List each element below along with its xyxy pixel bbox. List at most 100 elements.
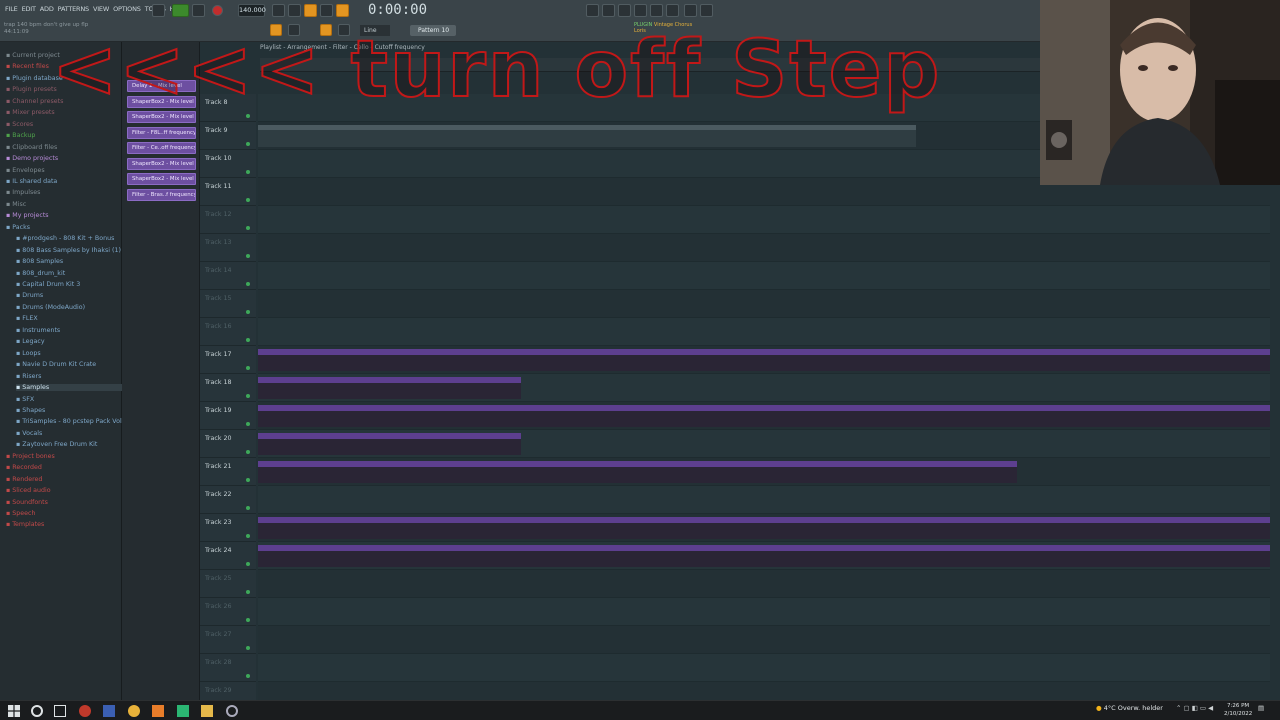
browser-toggle-icon[interactable] [700,4,713,17]
browser-item[interactable]: ▪ Recorded [6,464,42,471]
track-lane[interactable] [258,486,1270,514]
play-button[interactable] [172,4,189,17]
browser-item[interactable]: ▪ Backup [6,132,35,139]
track-lane[interactable] [258,598,1270,626]
stop-button[interactable] [192,4,205,17]
app-icon[interactable] [103,705,115,717]
browser-item[interactable]: ▪ Plugin presets [6,86,57,93]
automation-clip[interactable]: Filter - Cello - Cutoff frequency [258,349,1270,371]
browser-item[interactable]: ▪ Packs [6,224,30,231]
clip-source-item[interactable]: ShaperBox2 - Mix level #3 [127,157,196,170]
undo-history-icon[interactable] [586,4,599,17]
track-mute-led[interactable] [246,478,250,482]
track-lane[interactable] [258,206,1270,234]
sheets-icon[interactable] [177,705,189,717]
clip-source-item[interactable]: ShaperBox2 - Mix level #4 [127,173,196,185]
browser-item[interactable]: ▪ Drums [16,292,43,299]
piano-roll-icon[interactable] [684,4,697,17]
song-time-display[interactable]: 0:00:00 [368,2,427,18]
track-lane[interactable] [258,290,1270,318]
cut-icon[interactable] [602,4,615,17]
settings-gear-icon[interactable] [226,705,238,717]
track-mute-led[interactable] [246,562,250,566]
track-header[interactable]: Track 15 [200,290,256,318]
loop-record-icon[interactable] [336,4,349,17]
automation-clip[interactable]: ShaperBox2 - Mix level #4 [258,517,1270,539]
automation-clip[interactable]: Filter - Brass Section 2 - Cutoff freque… [258,545,1270,567]
track-mute-led[interactable] [246,674,250,678]
track-lane[interactable] [258,234,1270,262]
record-button[interactable] [212,5,223,16]
track-header[interactable]: Track 10 [200,150,256,178]
track-header[interactable]: Track 22 [200,486,256,514]
menu-item-patterns[interactable]: PATTERNS [57,5,90,13]
browser-item[interactable]: ▪ Capital Drum Kit 3 [16,281,80,288]
search-icon[interactable] [31,705,43,717]
chrome-icon[interactable] [128,705,140,717]
pattern-clip[interactable]: Pattern 9 [258,125,916,147]
track-lane[interactable]: ShaperBox2 - Mix level #2 [258,430,1270,458]
track-lane[interactable]: ShaperBox2 - Mix level #4 [258,514,1270,542]
automation-clip[interactable]: ShaperBox2 - Mix level [258,461,1017,483]
track-header[interactable]: Track 23 [200,514,256,542]
browser-item[interactable]: ▪ Vocals [16,430,42,437]
browser-item[interactable]: ▪ 808 Samples [16,258,63,265]
browser-item[interactable]: ▪ Project bones [6,453,55,460]
browser-item[interactable]: ▪ Instruments [16,327,60,334]
browser-item[interactable]: ▪ Speech [6,510,35,517]
pattern-song-toggle-icon[interactable] [152,4,165,17]
track-header[interactable]: Track 24 [200,542,256,570]
clip-source-item[interactable]: Filter - Bras..f frequency [127,188,196,201]
track-header[interactable]: Track 16 [200,318,256,346]
browser-item[interactable]: ▪ Templates [6,521,44,528]
track-lane[interactable] [258,262,1270,290]
track-mute-led[interactable] [246,422,250,426]
browser-item[interactable]: ▪ Soundfonts [6,499,48,506]
track-lane[interactable] [258,318,1270,346]
browser-item[interactable]: ▪ IL shared data [6,178,57,185]
track-mute-led[interactable] [246,254,250,258]
metronome-icon[interactable] [272,4,285,17]
tray-icons[interactable]: ⌃ ▢ ◧ ▭ ◀ [1176,704,1213,712]
browser-item[interactable]: ▪ Misc [6,201,26,208]
track-lane[interactable] [258,570,1270,598]
browser-item[interactable]: ▪ Scores [6,121,33,128]
menu-item-add[interactable]: ADD [39,5,55,13]
menu-item-file[interactable]: FILE [4,5,19,13]
browser-item[interactable]: ▪ My projects [6,212,49,219]
task-view-icon[interactable] [54,705,66,717]
track-mute-led[interactable] [246,534,250,538]
track-mute-led[interactable] [246,338,250,342]
track-header[interactable]: Track 25 [200,570,256,598]
mixer-icon[interactable] [650,4,663,17]
track-header[interactable]: Track 14 [200,262,256,290]
automation-clip[interactable]: Filter - FBBeats 140 bpm Key A# - Cutoff… [258,377,522,399]
track-header[interactable]: Track 12 [200,206,256,234]
menu-item-edit[interactable]: EDIT [21,5,37,13]
obs-icon[interactable] [79,705,91,717]
track-mute-led[interactable] [246,282,250,286]
track-header[interactable]: Track 27 [200,626,256,654]
browser-item[interactable]: ▪ Sliced audio [6,487,51,494]
browser-item[interactable]: ▪ Navie D Drum Kit Crate [16,361,96,368]
browser-item[interactable]: ▪ #prodgesh - 808 Kit + Bonus [16,235,114,242]
file-explorer-icon[interactable] [201,705,213,717]
track-lane[interactable] [258,654,1270,682]
weather-widget[interactable]: ● 4°C Overw. helder [1096,704,1163,712]
browser-item[interactable]: ▪ Rendered [6,476,42,483]
track-header[interactable]: Track 17 [200,346,256,374]
clock[interactable]: 7:26 PM 2/10/2022 [1224,702,1252,718]
track-header[interactable]: Track 9 [200,122,256,150]
track-mute-led[interactable] [246,170,250,174]
browser-item[interactable]: ▪ FLEX [16,315,38,322]
channel-rack-icon[interactable] [666,4,679,17]
browser-item[interactable]: ▪ Loops [16,350,41,357]
browser-item[interactable]: ▪ Recent files [6,63,49,70]
track-header[interactable]: Track 19 [200,402,256,430]
automation-clip[interactable]: Delay 2 - Mix level [258,405,1270,427]
track-mute-led[interactable] [246,310,250,314]
browser-item[interactable]: ▪ Risers [16,373,41,380]
track-mute-led[interactable] [246,618,250,622]
track-lane[interactable]: Delay 2 - Mix level [258,402,1270,430]
fl-studio-icon[interactable] [152,705,164,717]
